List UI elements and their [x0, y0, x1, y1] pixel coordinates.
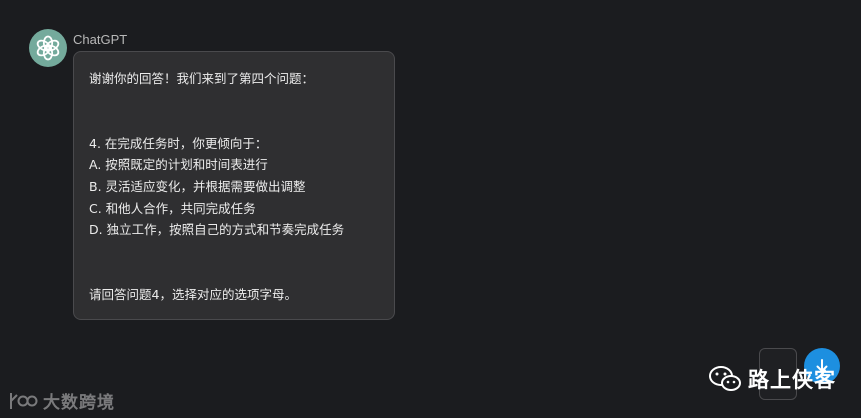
- message-line: 请回答问题4，选择对应的选项字母。: [89, 286, 297, 302]
- watermark-right: 路上侠客: [708, 364, 836, 394]
- message-line: C. 和他人合作，共同完成任务: [89, 200, 256, 216]
- openai-logo-icon: [36, 35, 60, 61]
- watermark-left-text: 大数跨境: [43, 393, 115, 413]
- message-line: 谢谢你的回答！我们来到了第四个问题：: [89, 71, 315, 86]
- message-line: D. 独立工作，按照自己的方式和节奏完成任务: [89, 222, 345, 238]
- dashujiajing-logo-icon: [10, 392, 38, 409]
- message-text: 谢谢你的回答！我们来到了第四个问题： 4. 在完成任务时，你更倾向于： A. 按照既…: [89, 68, 379, 306]
- message-line: 4. 在完成任务时，你更倾向于：: [89, 135, 268, 151]
- message-line: B. 灵活适应变化，并根据需要做出调整: [89, 178, 306, 194]
- wechat-icon: [709, 366, 741, 391]
- message-line: A. 按照既定的计划和时间表进行: [89, 157, 268, 173]
- watermark-right-text: 路上侠客: [748, 368, 836, 392]
- message-bubble: 谢谢你的回答！我们来到了第四个问题： 4. 在完成任务时，你更倾向于： A. 按照既…: [73, 51, 395, 320]
- watermark-left: 大数跨境: [8, 388, 115, 413]
- chatgpt-avatar: [29, 29, 67, 67]
- sender-name: ChatGPT: [73, 32, 128, 47]
